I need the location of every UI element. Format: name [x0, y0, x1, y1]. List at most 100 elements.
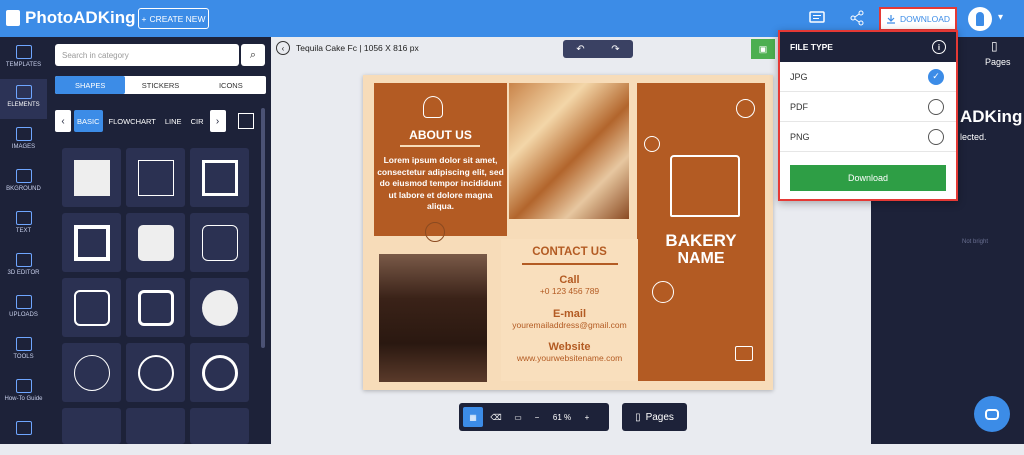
about-title[interactable]: ABOUT US: [374, 128, 507, 142]
shape-tile[interactable]: [190, 148, 249, 207]
zoom-in-icon[interactable]: +: [581, 413, 593, 422]
nav-keyboard[interactable]: [0, 415, 47, 455]
back-arrow-icon[interactable]: ‹: [276, 41, 290, 55]
download-button[interactable]: DOWNLOAD: [879, 7, 957, 31]
file-type-title: FILE TYPE: [790, 42, 833, 52]
email-label[interactable]: E-mail: [501, 308, 638, 320]
popup-download-button[interactable]: Download: [790, 165, 946, 191]
shape-tile[interactable]: [126, 148, 185, 207]
chevron-right-icon[interactable]: ›: [209, 110, 226, 132]
category-circle[interactable]: CIR: [188, 110, 207, 132]
email-address[interactable]: youremailaddress@gmail.com: [501, 320, 638, 330]
contact-title[interactable]: CONTACT US: [501, 246, 638, 258]
about-body[interactable]: Lorem ipsum dolor sit amet, consectetur …: [377, 155, 504, 213]
radio-button[interactable]: [928, 128, 944, 145]
filled-square-shape: [73, 159, 110, 196]
shape-tile[interactable]: [190, 343, 249, 402]
undo-icon[interactable]: ↶: [563, 40, 598, 58]
shape-tile[interactable]: [62, 343, 121, 402]
pages-button[interactable]: ▯ Pages: [622, 403, 687, 431]
document-title[interactable]: Tequila Cake Fc | 1056 X 816 px: [296, 43, 419, 53]
save-icon[interactable]: ▣: [751, 39, 775, 59]
website-label[interactable]: Website: [501, 341, 638, 353]
shape-tile[interactable]: [190, 213, 249, 272]
document-breadcrumb: ‹ Tequila Cake Fc | 1056 X 816 px: [276, 37, 419, 59]
shape-tile[interactable]: [62, 278, 121, 337]
user-avatar[interactable]: [968, 7, 992, 31]
file-type-option-png[interactable]: PNG: [780, 122, 956, 152]
nav-images[interactable]: IMAGES: [0, 121, 47, 161]
comment-icon[interactable]: [807, 8, 827, 28]
panel-scrollbar[interactable]: [261, 108, 265, 348]
circle-shape: [137, 354, 174, 391]
right-pages-label[interactable]: Pages: [985, 57, 1011, 67]
donut-icon: [736, 99, 755, 118]
expand-icon[interactable]: [237, 113, 254, 129]
shape-tile[interactable]: [62, 148, 121, 207]
nav-uploads[interactable]: UPLOADS: [0, 289, 47, 329]
radio-button[interactable]: [928, 98, 944, 115]
category-flowchart[interactable]: FLOWCHART: [106, 110, 159, 132]
search-button[interactable]: ⌕: [241, 44, 265, 66]
zoom-out-icon[interactable]: −: [531, 413, 543, 422]
grid-view-icon[interactable]: ▦: [463, 407, 483, 427]
shape-tile[interactable]: [126, 213, 185, 272]
chat-button[interactable]: [974, 396, 1010, 432]
nav-how-to-guide[interactable]: How-To Guide: [0, 373, 47, 413]
redo-icon[interactable]: ↷: [598, 40, 633, 58]
divider: [521, 263, 618, 265]
tab-shapes[interactable]: SHAPES: [55, 76, 126, 94]
phone-number[interactable]: +0 123 456 789: [501, 286, 638, 296]
thick-square-shape: [201, 159, 238, 196]
pages-icon[interactable]: ▯: [991, 39, 998, 53]
app-logo[interactable]: PhotoADKing: [6, 8, 135, 28]
share-icon[interactable]: [847, 8, 867, 28]
brand-name-line1[interactable]: BAKERY: [637, 231, 765, 251]
chevron-left-icon[interactable]: ‹: [55, 110, 71, 132]
bold-square-shape: [73, 224, 110, 261]
cupcake-icon: [423, 96, 443, 118]
shape-tile[interactable]: [126, 343, 185, 402]
category-line[interactable]: LINE: [162, 110, 185, 132]
pastry-photo[interactable]: [509, 83, 629, 219]
background-icon: [15, 169, 32, 183]
website-url[interactable]: www.yourwebsitename.com: [501, 353, 638, 363]
info-icon[interactable]: i: [932, 40, 946, 54]
tab-icons[interactable]: ICONS: [196, 76, 266, 94]
file-type-option-jpg[interactable]: JPG ✓: [780, 62, 956, 92]
donut-icon: [644, 136, 660, 152]
brand-name-line2[interactable]: NAME: [637, 250, 765, 268]
popup-header: FILE TYPE i: [780, 32, 956, 62]
shape-tile[interactable]: [126, 408, 185, 444]
shape-tile[interactable]: [190, 278, 249, 337]
search-icon: ⌕: [249, 48, 257, 61]
eraser-icon[interactable]: ⌫: [487, 413, 505, 422]
bread-icon: [735, 346, 753, 361]
call-label[interactable]: Call: [501, 274, 638, 286]
search-input[interactable]: Search in category: [55, 44, 239, 66]
chevron-down-icon[interactable]: ▾: [998, 12, 1003, 23]
logo-text: PhotoADKing: [25, 8, 136, 27]
text-icon: [15, 211, 32, 225]
contact-panel[interactable]: CONTACT US Call +0 123 456 789 E-mail yo…: [501, 239, 638, 381]
nav-elements[interactable]: ELEMENTS: [0, 79, 47, 119]
nav-templates[interactable]: TEMPLATES: [0, 39, 47, 79]
shape-tile[interactable]: [126, 278, 185, 337]
file-type-option-pdf[interactable]: PDF: [780, 92, 956, 122]
thin-square-shape: [137, 159, 174, 196]
download-label: DOWNLOAD: [899, 14, 951, 24]
category-basic[interactable]: BASIC: [74, 110, 103, 132]
shape-tile[interactable]: [62, 213, 121, 272]
check-icon[interactable]: ✓: [928, 68, 944, 85]
shape-tile[interactable]: [62, 408, 121, 444]
nav-text[interactable]: TEXT: [0, 205, 47, 245]
nav-3d-editor[interactable]: 3D EDITOR: [0, 247, 47, 287]
nav-tools[interactable]: TOOLS: [0, 331, 47, 371]
nav-background[interactable]: BKGROUND: [0, 163, 47, 203]
zoom-level[interactable]: 61 %: [547, 413, 577, 422]
create-new-button[interactable]: + CREATE NEW: [138, 8, 209, 29]
shape-tile[interactable]: [190, 408, 249, 444]
tab-stickers[interactable]: STICKERS: [125, 76, 195, 94]
presentation-icon[interactable]: ▭: [509, 413, 527, 422]
brownie-photo[interactable]: [379, 254, 487, 382]
